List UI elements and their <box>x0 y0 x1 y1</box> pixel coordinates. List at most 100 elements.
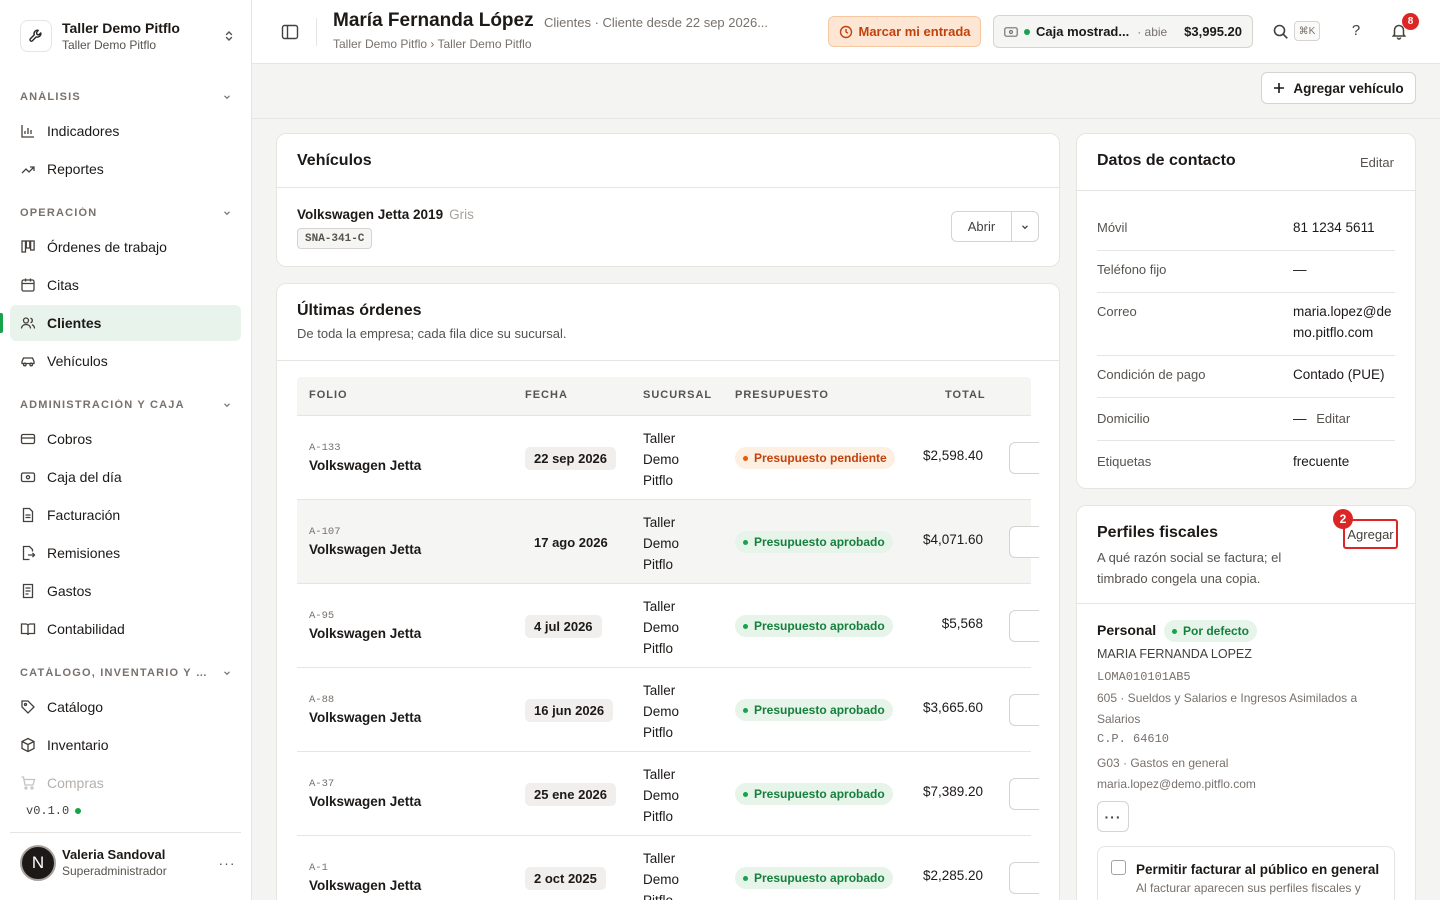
sidebar-item-clientes[interactable]: Clientes <box>10 305 241 341</box>
order-total: $7,389.20 <box>922 784 983 799</box>
order-date: 4 jul 2026 <box>525 615 602 638</box>
sidebar-item-remisiones[interactable]: Remisiones <box>10 535 241 571</box>
sidebar-item-ordenes[interactable]: Órdenes de trabajo <box>10 229 241 265</box>
row-action-button[interactable] <box>1009 610 1039 642</box>
nav-group-admin[interactable]: ADMINISTRACIÓN Y CAJA <box>20 397 232 413</box>
public-invoice-checkbox[interactable] <box>1111 860 1126 875</box>
edit-address-link[interactable]: Editar <box>1316 411 1350 426</box>
search-icon[interactable] <box>1272 23 1290 41</box>
divider <box>1097 292 1395 293</box>
column-header[interactable]: TOTAL <box>945 389 986 401</box>
order-vehicle: Volkswagen Jetta <box>309 710 422 725</box>
add-vehicle-button[interactable]: Agregar vehículo <box>1261 72 1416 104</box>
user-menu[interactable]: N Valeria Sandoval Superadministrador ··… <box>10 832 241 892</box>
chevron-down-icon <box>224 403 230 408</box>
table-row[interactable]: A-107 Volkswagen Jetta 17 ago 2026 Talle… <box>297 499 1039 583</box>
status-badge: Presupuesto aprobado <box>735 867 893 889</box>
status-dot <box>1172 628 1177 634</box>
help-icon[interactable]: ? <box>1348 22 1364 39</box>
more-horizontal-icon[interactable]: ··· <box>1097 801 1129 832</box>
field-label: Correo <box>1097 304 1137 319</box>
edit-contact-link[interactable]: Editar <box>1360 155 1394 170</box>
table-row[interactable]: A-95 Volkswagen Jetta 4 jul 2026 Taller … <box>297 583 1039 667</box>
fiscal-regime: 605 · Sueldos y Salarios e Ingresos Asim… <box>1097 691 1358 726</box>
field-label: Móvil <box>1097 220 1128 235</box>
table-row[interactable]: A-37 Volkswagen Jetta 25 ene 2026 Taller… <box>297 751 1039 835</box>
vehicle-color: Gris <box>449 207 474 222</box>
sidebar-item-inventario[interactable]: Inventario <box>10 727 241 763</box>
chevron-down-icon <box>224 211 230 216</box>
clock-in-label: Marcar mi entrada <box>858 24 971 39</box>
column-header[interactable]: SUCURSAL <box>643 389 712 401</box>
divider <box>277 360 1059 361</box>
chevron-down-icon <box>224 95 230 100</box>
sidebar-item-reportes[interactable]: Reportes <box>10 151 241 187</box>
sidebar-item-cobros[interactable]: Cobros <box>10 421 241 457</box>
license-plate: SNA-341-C <box>297 228 373 249</box>
users-icon <box>20 315 36 331</box>
workspace-switcher[interactable]: Taller Demo Pitflo Taller Demo Pitflo <box>20 16 236 56</box>
status-dot <box>743 623 748 629</box>
sidebar-item-indicadores[interactable]: Indicadores <box>10 113 241 149</box>
sidebar-item-label: Compras <box>47 775 104 791</box>
status-label: Presupuesto aprobado <box>754 619 885 633</box>
divider <box>1077 603 1415 604</box>
row-action-button[interactable] <box>1009 778 1039 810</box>
row-action-button[interactable] <box>1009 862 1039 894</box>
row-action-button[interactable] <box>1009 442 1039 474</box>
column-header[interactable]: PRESUPUESTO <box>735 389 829 401</box>
open-vehicle-button[interactable]: Abrir <box>952 212 1012 241</box>
table-row[interactable]: A-133 Volkswagen Jetta 22 sep 2026 Talle… <box>297 415 1039 499</box>
nav-group-operacion[interactable]: OPERACIÓN <box>20 205 232 221</box>
fiscal-profile-name: Personal <box>1097 622 1157 638</box>
column-header[interactable]: FECHA <box>525 389 568 401</box>
breadcrumb[interactable]: Taller Demo Pitflo › Taller Demo Pitflo <box>333 37 532 51</box>
order-vehicle: Volkswagen Jetta <box>309 794 422 809</box>
app-version: v0.1.0 <box>26 804 82 818</box>
vehicle-name[interactable]: Volkswagen Jetta 2019 Gris <box>297 207 474 222</box>
field-label: Etiquetas <box>1097 454 1152 469</box>
sidebar-item-citas[interactable]: Citas <box>10 267 241 303</box>
fiscal-rfc: LOMA010101AB5 <box>1097 670 1191 684</box>
public-invoice-option: Permitir facturar al público en general … <box>1097 846 1395 900</box>
row-action-button[interactable] <box>1009 526 1039 558</box>
sidebar-item-catalogo[interactable]: Catálogo <box>10 689 241 725</box>
table-row[interactable]: A-1 Volkswagen Jetta 2 oct 2025 Taller D… <box>297 835 1039 900</box>
sidebar-item-label: Caja del día <box>47 469 122 485</box>
cash-register-selector[interactable]: Caja mostrad... · abie $3,995.20 <box>993 15 1253 48</box>
sidebar-toggle-icon[interactable] <box>280 22 300 42</box>
divider <box>1097 440 1395 441</box>
column-header[interactable]: FOLIO <box>309 389 348 401</box>
clock-in-button[interactable]: Marcar mi entrada <box>828 16 981 47</box>
fiscal-title: Perfiles fiscales <box>1097 524 1218 541</box>
chevron-down-icon[interactable] <box>1012 212 1038 241</box>
avatar: N <box>20 844 56 881</box>
nav-group-catalogo[interactable]: CATÁLOGO, INVENTARIO Y CO... <box>20 665 232 681</box>
order-vehicle: Volkswagen Jetta <box>309 458 422 473</box>
email-value[interactable]: maria.lopez@demo.pitflo.com <box>1293 301 1397 343</box>
tag-value: frecuente <box>1293 454 1350 469</box>
sidebar-item-label: Gastos <box>47 583 92 599</box>
nav-group-analisis[interactable]: ANÁLISIS <box>20 89 232 105</box>
row-action-button[interactable] <box>1009 694 1039 726</box>
divider <box>1097 397 1395 398</box>
tag-icon <box>20 699 36 715</box>
sidebar-item-compras[interactable]: Compras <box>10 765 241 801</box>
sidebar-item-caja[interactable]: Caja del día <box>10 459 241 495</box>
page-title: María Fernanda López <box>333 10 534 31</box>
user-role: Superadministrador <box>62 864 167 878</box>
cart-icon <box>20 775 36 791</box>
sidebar-item-facturacion[interactable]: Facturación <box>10 497 241 533</box>
order-total: $5,568 <box>941 616 983 631</box>
sidebar-item-label: Órdenes de trabajo <box>47 239 167 255</box>
sidebar-item-gastos[interactable]: Gastos <box>10 573 241 609</box>
sidebar-item-vehiculos[interactable]: Vehículos <box>10 343 241 379</box>
more-horizontal-icon[interactable]: ··· <box>217 855 237 871</box>
order-total: $4,071.60 <box>922 532 983 547</box>
table-row[interactable]: A-88 Volkswagen Jetta 16 jun 2026 Taller… <box>297 667 1039 751</box>
add-vehicle-label: Agregar vehículo <box>1293 80 1404 96</box>
status-badge: Presupuesto aprobado <box>735 783 893 805</box>
cash-icon <box>1004 26 1018 37</box>
sidebar-item-contabilidad[interactable]: Contabilidad <box>10 611 241 647</box>
public-invoice-title: Permitir facturar al público en general <box>1136 862 1380 877</box>
